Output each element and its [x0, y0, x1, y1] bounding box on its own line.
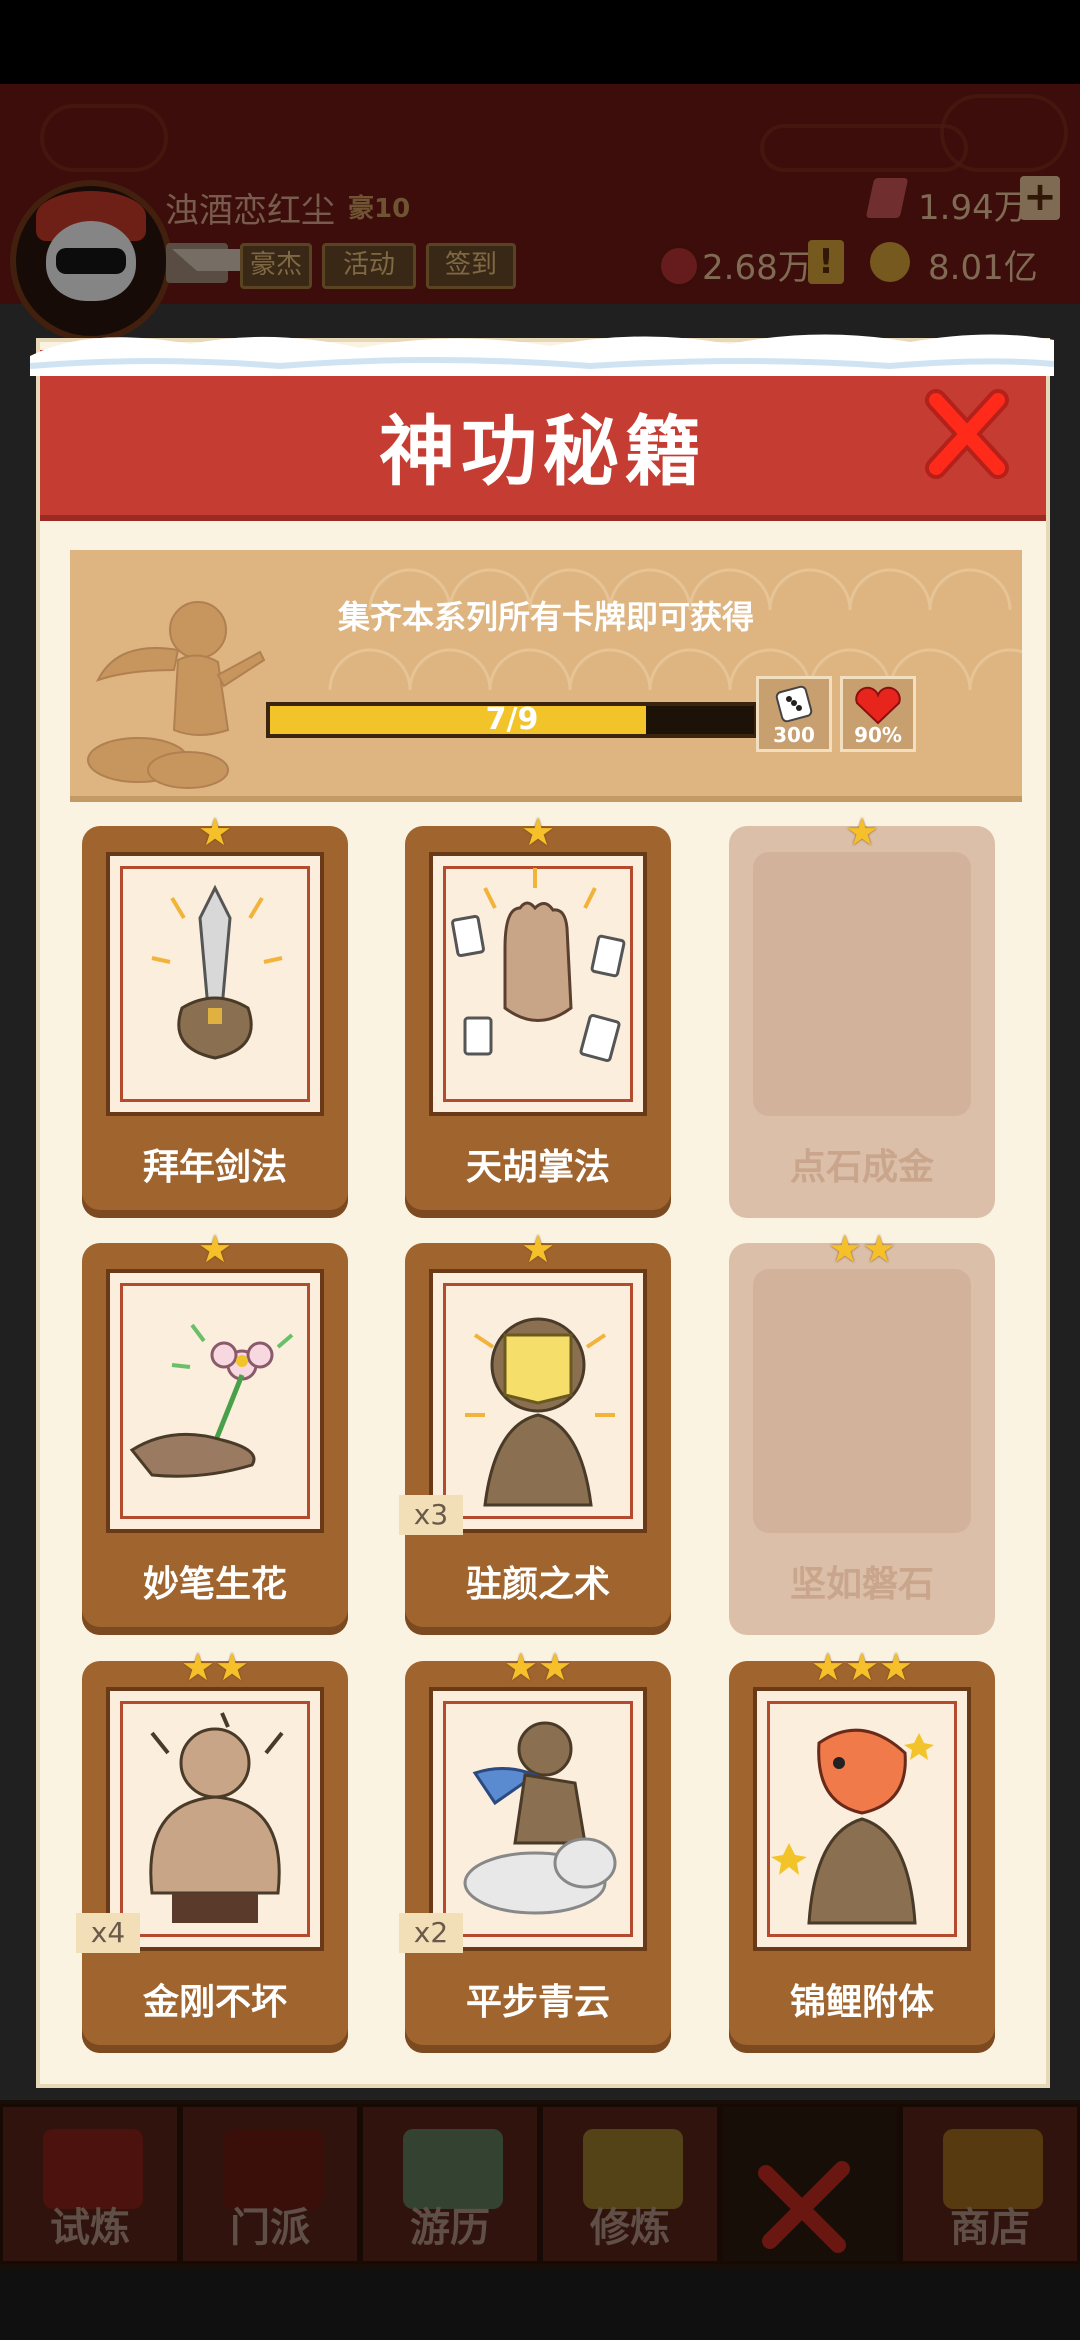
- card-stars: ★: [197, 1227, 233, 1271]
- banner-description: 集齐本系列所有卡牌即可获得: [337, 598, 754, 636]
- mask-figure-art-icon: [465, 1317, 615, 1507]
- card-name: 点石成金: [789, 1147, 934, 1188]
- card-name: 平步青云: [465, 1982, 610, 2023]
- card-name: 金刚不坏: [142, 1982, 287, 2023]
- card-name: 妙笔生花: [142, 1564, 287, 1605]
- progress-text: 7/9: [485, 702, 539, 737]
- card-bainian-sword[interactable]: ★ 拜年剑法: [82, 812, 348, 1218]
- card-jingang-body[interactable]: ★★ x4 金刚不坏: [76, 1647, 348, 2053]
- card-pingbu-cloud[interactable]: ★★ x2 平步青云: [399, 1647, 671, 2053]
- reward-dice[interactable]: 300: [756, 676, 832, 752]
- card-name: 拜年剑法: [142, 1147, 287, 1188]
- card-stars: ★★: [503, 1645, 573, 1689]
- muscle-man-art-icon: [149, 1712, 284, 1923]
- koi-figure-art-icon: [771, 1728, 934, 1925]
- card-stars: ★: [844, 810, 880, 854]
- card-jianru-rock[interactable]: ★★ 坚如磐石: [729, 1229, 995, 1635]
- card-stars: ★: [520, 1227, 556, 1271]
- card-multiplier: x2: [399, 1913, 463, 1953]
- locked-card-placeholder: [753, 852, 971, 1116]
- card-stars: ★★: [180, 1645, 250, 1689]
- modal-title: 神功秘籍: [379, 407, 707, 496]
- reward-heart[interactable]: 90%: [840, 676, 916, 752]
- card-tianhu-palm[interactable]: ★ 天胡掌法: [405, 812, 671, 1218]
- card-stars: ★: [197, 810, 233, 854]
- card-dianshi-gold[interactable]: ★ 点石成金: [729, 812, 995, 1218]
- card-multiplier: x3: [399, 1495, 463, 1535]
- sword-art-icon: [151, 884, 283, 1060]
- mahjong-palm-art-icon: [451, 868, 626, 1063]
- reward-value: 90%: [854, 723, 902, 747]
- card-miaobi-flower[interactable]: ★ 妙笔生花: [82, 1229, 348, 1635]
- card-name: 驻颜之术: [465, 1564, 610, 1605]
- card-zhuyan-art[interactable]: ★ x3 驻颜之术: [399, 1229, 671, 1635]
- card-name: 天胡掌法: [465, 1147, 610, 1188]
- card-stars: ★★★: [810, 1645, 914, 1689]
- snow-decoration: [30, 334, 1054, 376]
- status-bar: [0, 0, 1080, 84]
- flower-hand-art-icon: [129, 1323, 294, 1478]
- reward-value: 300: [773, 723, 815, 747]
- card-name: 锦鲤附体: [789, 1982, 934, 2023]
- card-stars: ★: [520, 810, 556, 854]
- card-jinli-koi[interactable]: ★★★ 锦鲤附体: [729, 1647, 995, 2053]
- locked-card-placeholder: [753, 1269, 971, 1533]
- card-multiplier: x4: [76, 1913, 140, 1953]
- card-stars: ★★: [827, 1227, 897, 1271]
- cloud-rider-art-icon: [463, 1721, 617, 1915]
- close-button[interactable]: [922, 386, 1012, 482]
- card-name: 坚如磐石: [789, 1564, 934, 1605]
